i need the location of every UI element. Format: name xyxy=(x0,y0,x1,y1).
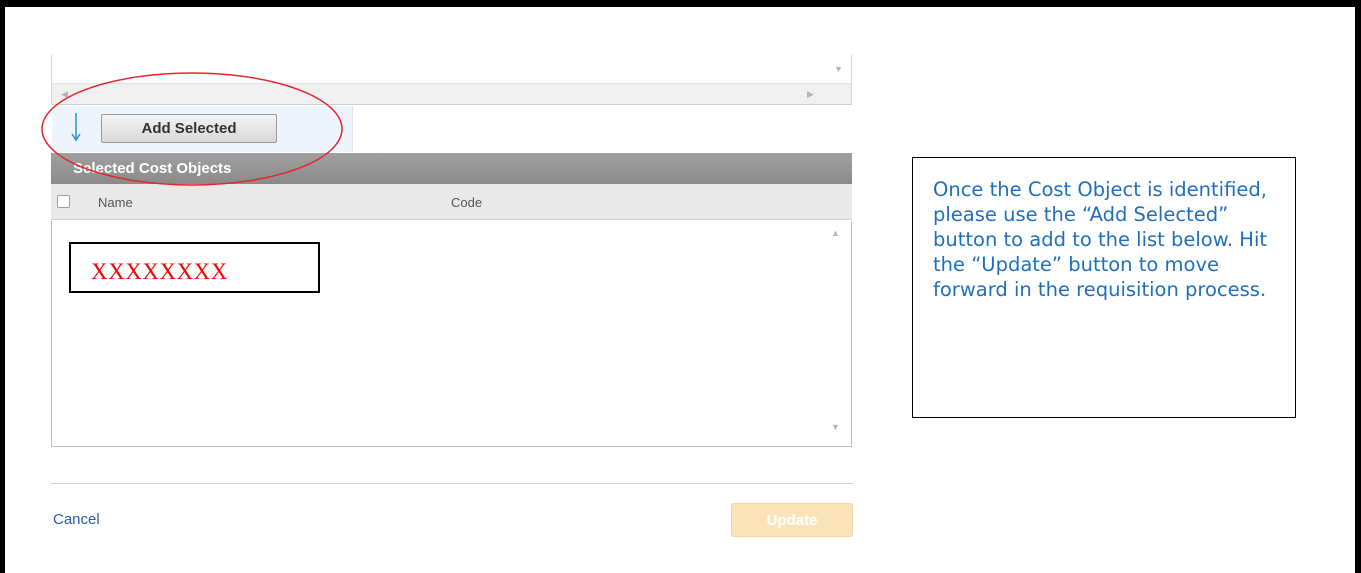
footer-divider xyxy=(51,483,853,484)
add-selected-button[interactable]: Add Selected xyxy=(101,114,277,143)
column-header-code[interactable]: Code xyxy=(451,195,482,210)
select-all-checkbox[interactable] xyxy=(57,195,70,208)
selected-cost-objects-header: Selected Cost Objects xyxy=(51,153,852,184)
scroll-up-icon[interactable]: ▲ xyxy=(831,229,840,238)
column-header-row: Name Code xyxy=(51,184,852,220)
arrow-down-icon xyxy=(71,113,81,142)
horizontal-scrollbar[interactable]: ◀ ▶ xyxy=(52,83,851,104)
instruction-callout: Once the Cost Object is identified, plea… xyxy=(912,157,1296,418)
add-selected-bar: Add Selected xyxy=(52,106,353,152)
scroll-right-icon[interactable]: ▶ xyxy=(807,90,814,99)
scroll-down-icon[interactable]: ▼ xyxy=(831,423,840,432)
search-results-list: ▼ ◀ ▶ xyxy=(51,55,852,105)
update-button[interactable]: Update xyxy=(731,503,853,537)
scroll-down-icon[interactable]: ▼ xyxy=(834,65,843,74)
scroll-left-icon[interactable]: ◀ xyxy=(61,90,68,99)
selected-cost-object-name: XXXXXXXX xyxy=(69,242,320,293)
column-header-name[interactable]: Name xyxy=(98,195,133,210)
cancel-link[interactable]: Cancel xyxy=(53,511,100,528)
